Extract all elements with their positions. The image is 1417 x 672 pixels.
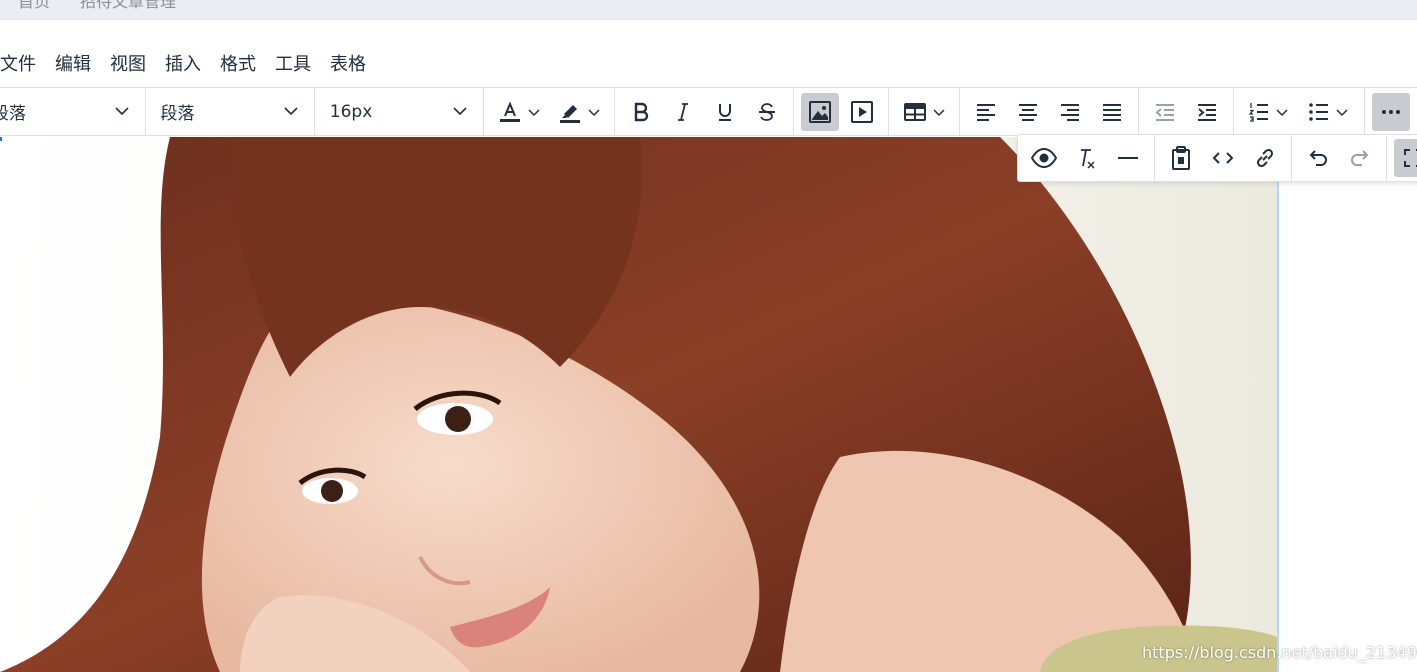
image-icon xyxy=(809,100,832,123)
text-caret xyxy=(0,137,2,141)
breadcrumb-home[interactable]: 首页 xyxy=(18,0,50,12)
code-icon xyxy=(1212,152,1234,164)
overflow-group-2 xyxy=(1155,135,1292,181)
text-color-button[interactable] xyxy=(491,93,547,131)
media-group xyxy=(794,88,890,135)
redo-button[interactable] xyxy=(1341,139,1379,177)
chevron-down-icon xyxy=(114,106,129,115)
link-icon xyxy=(1256,148,1274,168)
menu-insert[interactable]: 插入 xyxy=(156,50,210,76)
editor-toolbar: 段落 段落 16px xyxy=(0,87,1417,136)
text-color-icon xyxy=(500,100,521,122)
bullet-list-icon xyxy=(1309,102,1329,121)
clear-formatting-button[interactable] xyxy=(1067,139,1105,177)
chevron-down-icon xyxy=(528,108,540,116)
italic-icon xyxy=(678,102,689,121)
indent-group xyxy=(1139,88,1235,135)
watermark: https://blog.csdn.net/baidu_21349635 xyxy=(1142,643,1417,662)
preview-button[interactable] xyxy=(1025,139,1063,177)
menu-file[interactable]: 文件 xyxy=(0,50,45,76)
block-format-select[interactable]: 段落 xyxy=(0,88,146,135)
eye-icon xyxy=(1030,147,1058,169)
clipboard-icon xyxy=(1172,146,1190,170)
menubar: 文件 编辑 视图 插入 格式 工具 表格 xyxy=(0,44,376,82)
bold-button[interactable] xyxy=(622,93,660,131)
overflow-group-3 xyxy=(1292,135,1387,181)
fullscreen-icon xyxy=(1404,149,1417,167)
image-selection-border xyxy=(1277,137,1279,672)
outdent-button[interactable] xyxy=(1146,93,1184,131)
horizontal-rule-icon xyxy=(1118,157,1138,159)
font-size-select[interactable]: 16px xyxy=(315,88,485,135)
clear-format-icon xyxy=(1081,149,1095,169)
source-code-button[interactable] xyxy=(1204,139,1242,177)
menu-tools[interactable]: 工具 xyxy=(266,50,320,76)
menu-view[interactable]: 视图 xyxy=(101,50,155,76)
bullet-list-button[interactable] xyxy=(1301,93,1357,131)
underline-button[interactable] xyxy=(706,93,744,131)
numbered-list-button[interactable] xyxy=(1241,93,1297,131)
align-left-button[interactable] xyxy=(967,93,1005,131)
align-center-button[interactable] xyxy=(1009,93,1047,131)
list-group xyxy=(1234,88,1366,135)
paste-button[interactable] xyxy=(1162,139,1200,177)
text-style-group xyxy=(615,88,795,135)
indent-button[interactable] xyxy=(1188,93,1226,131)
bold-icon xyxy=(634,102,649,121)
table-icon xyxy=(904,102,927,121)
align-justify-icon xyxy=(1103,103,1122,121)
chevron-down-icon xyxy=(284,106,298,115)
align-group xyxy=(960,88,1140,135)
overflow-toolbar xyxy=(1017,134,1417,182)
menu-table[interactable]: 表格 xyxy=(321,50,375,76)
chevron-down-icon xyxy=(1336,108,1348,116)
video-play-icon xyxy=(851,100,874,123)
horizontal-line-button[interactable] xyxy=(1109,139,1147,177)
insert-media-button[interactable] xyxy=(843,93,881,131)
overflow-group-1 xyxy=(1018,135,1155,181)
align-center-icon xyxy=(1019,103,1038,121)
strikethrough-icon xyxy=(759,102,776,121)
font-family-value: 段落 xyxy=(160,104,195,124)
underline-icon xyxy=(719,103,732,121)
chevron-down-icon xyxy=(453,106,467,115)
numbered-list-icon xyxy=(1248,102,1269,122)
breadcrumb-current: 招待文章管理 xyxy=(80,0,177,11)
table-group xyxy=(889,88,961,135)
table-button[interactable] xyxy=(896,93,952,131)
highlighter-icon xyxy=(560,104,581,123)
block-format-value: 段落 xyxy=(0,104,26,124)
indent-icon xyxy=(1198,103,1217,121)
breadcrumb: 首页 招待文章管理 xyxy=(0,0,1417,20)
portrait-image xyxy=(0,137,1278,672)
italic-button[interactable] xyxy=(664,93,702,131)
fullscreen-button[interactable] xyxy=(1394,139,1417,177)
menu-edit[interactable]: 编辑 xyxy=(46,50,100,76)
undo-icon xyxy=(1309,150,1327,166)
chevron-down-icon xyxy=(1276,108,1288,116)
font-family-select[interactable]: 段落 xyxy=(146,88,315,135)
chevron-down-icon xyxy=(933,108,945,116)
insert-image-button[interactable] xyxy=(801,92,840,131)
align-right-icon xyxy=(1061,103,1080,121)
align-justify-button[interactable] xyxy=(1093,93,1131,131)
undo-button[interactable] xyxy=(1299,139,1337,177)
inserted-image[interactable] xyxy=(0,137,1278,672)
more-icon xyxy=(1382,109,1401,114)
chevron-down-icon xyxy=(588,108,600,116)
align-right-button[interactable] xyxy=(1051,93,1089,131)
outdent-icon xyxy=(1155,103,1175,121)
color-group xyxy=(484,88,616,135)
more-drawer-button[interactable] xyxy=(1372,92,1411,131)
insert-link-button[interactable] xyxy=(1246,139,1284,177)
align-left-icon xyxy=(977,103,996,121)
strikethrough-button[interactable] xyxy=(748,93,786,131)
redo-icon xyxy=(1351,150,1369,166)
font-size-value: 16px xyxy=(329,101,373,122)
overflow-group-4 xyxy=(1387,135,1417,181)
highlight-color-button[interactable] xyxy=(551,93,607,131)
more-group xyxy=(1365,88,1417,135)
menu-format[interactable]: 格式 xyxy=(211,50,265,76)
